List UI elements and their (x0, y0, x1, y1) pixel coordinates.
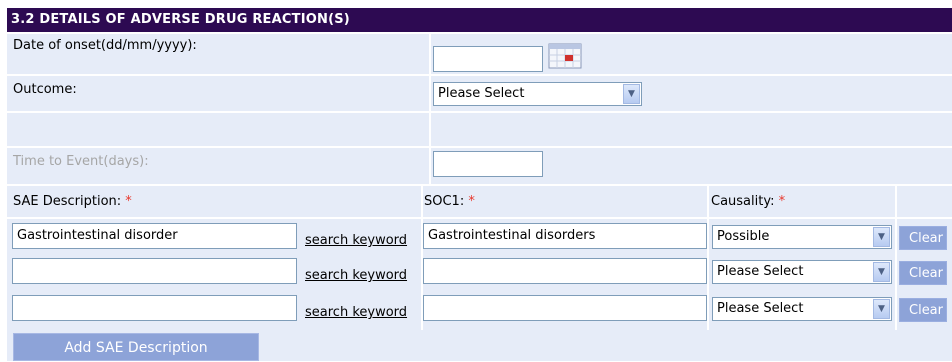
causality-select-1[interactable]: Possible ▼ (712, 225, 892, 249)
chevron-down-icon: ▼ (873, 227, 890, 247)
time-event-input-cell (431, 148, 952, 184)
causality-select-2[interactable]: Please Select ▼ (712, 260, 892, 284)
time-event-label-cell: Time to Event(days): (7, 148, 429, 184)
chevron-down-icon: ▼ (873, 262, 890, 282)
sae-row-1-soc-cell: Gastrointestinal disorders (423, 219, 707, 256)
outcome-select-value: Please Select (438, 86, 525, 101)
sae-row-1-desc-cell: Gastrointestinal disorder (7, 219, 303, 256)
search-keyword-link-3[interactable]: search keyword (305, 305, 407, 320)
causality-select-3[interactable]: Please Select ▼ (712, 297, 892, 321)
sae-header-cell: SAE Description: * (7, 186, 421, 217)
causality-select-value-3: Please Select (717, 301, 804, 316)
sae-description-input-1[interactable]: Gastrointestinal disorder (12, 223, 297, 249)
soc1-input-2[interactable] (423, 258, 707, 284)
outcome-label: Outcome: (13, 82, 77, 97)
time-event-input[interactable] (433, 151, 543, 177)
soc1-header-cell: SOC1: * (423, 186, 707, 217)
sae-row-2-causality-cell: Please Select ▼ (709, 256, 895, 293)
sae-description-input-2[interactable] (12, 258, 297, 284)
soc1-header: SOC1: * (424, 194, 475, 209)
clear-button-2[interactable]: Clear (899, 261, 947, 285)
calendar-icon[interactable] (548, 43, 582, 69)
section-header: 3.2 DETAILS OF ADVERSE DRUG REACTION(S) (7, 8, 952, 32)
search-keyword-link-1[interactable]: search keyword (305, 233, 407, 248)
date-onset-label: Date of onset(dd/mm/yyyy): (13, 38, 197, 53)
empty-row-left (7, 113, 429, 146)
sae-row-1-causality-cell: Possible ▼ (709, 219, 895, 256)
date-onset-label-cell: Date of onset(dd/mm/yyyy): (7, 34, 429, 74)
date-onset-input[interactable] (433, 46, 543, 72)
sae-row-3-link-cell: search keyword (303, 293, 421, 330)
causality-select-value-1: Possible (717, 229, 770, 244)
time-event-label: Time to Event(days): (13, 154, 149, 169)
sae-row-3-desc-cell (7, 293, 303, 330)
clear-button-3[interactable]: Clear (899, 298, 947, 322)
causality-select-value-2: Please Select (717, 264, 804, 279)
sae-row-3-clear-cell: Clear (897, 293, 952, 330)
search-keyword-link-2[interactable]: search keyword (305, 268, 407, 283)
chevron-down-icon: ▼ (873, 299, 890, 319)
clear-button-1[interactable]: Clear (899, 226, 947, 250)
sae-description-input-3[interactable] (12, 295, 297, 321)
outcome-select[interactable]: Please Select ▼ (433, 82, 642, 106)
add-sae-description-button[interactable]: Add SAE Description (13, 333, 259, 361)
sae-row-3-causality-cell: Please Select ▼ (709, 293, 895, 330)
causality-header-cell: Causality: * (709, 186, 895, 217)
sae-row-3-soc-cell (423, 293, 707, 330)
adr-details-section: 3.2 DETAILS OF ADVERSE DRUG REACTION(S) … (0, 0, 952, 361)
soc1-input-3[interactable] (423, 295, 707, 321)
chevron-down-icon: ▼ (623, 84, 640, 104)
sae-row-2-soc-cell (423, 256, 707, 293)
outcome-select-cell: Please Select ▼ (431, 76, 952, 111)
sae-row-2-desc-cell (7, 256, 303, 293)
outcome-label-cell: Outcome: (7, 76, 429, 111)
sae-row-1-link-cell: search keyword (303, 219, 421, 256)
date-onset-input-cell (431, 34, 952, 74)
sae-row-2-link-cell: search keyword (303, 256, 421, 293)
sae-row-2-clear-cell: Clear (897, 256, 952, 293)
soc1-input-1[interactable]: Gastrointestinal disorders (423, 223, 707, 249)
empty-row-right (431, 113, 952, 146)
sae-row-1-clear-cell: Clear (897, 219, 952, 256)
clear-header-cell (897, 186, 952, 217)
sae-description-header: SAE Description: * (13, 194, 132, 209)
causality-header: Causality: * (711, 194, 786, 209)
